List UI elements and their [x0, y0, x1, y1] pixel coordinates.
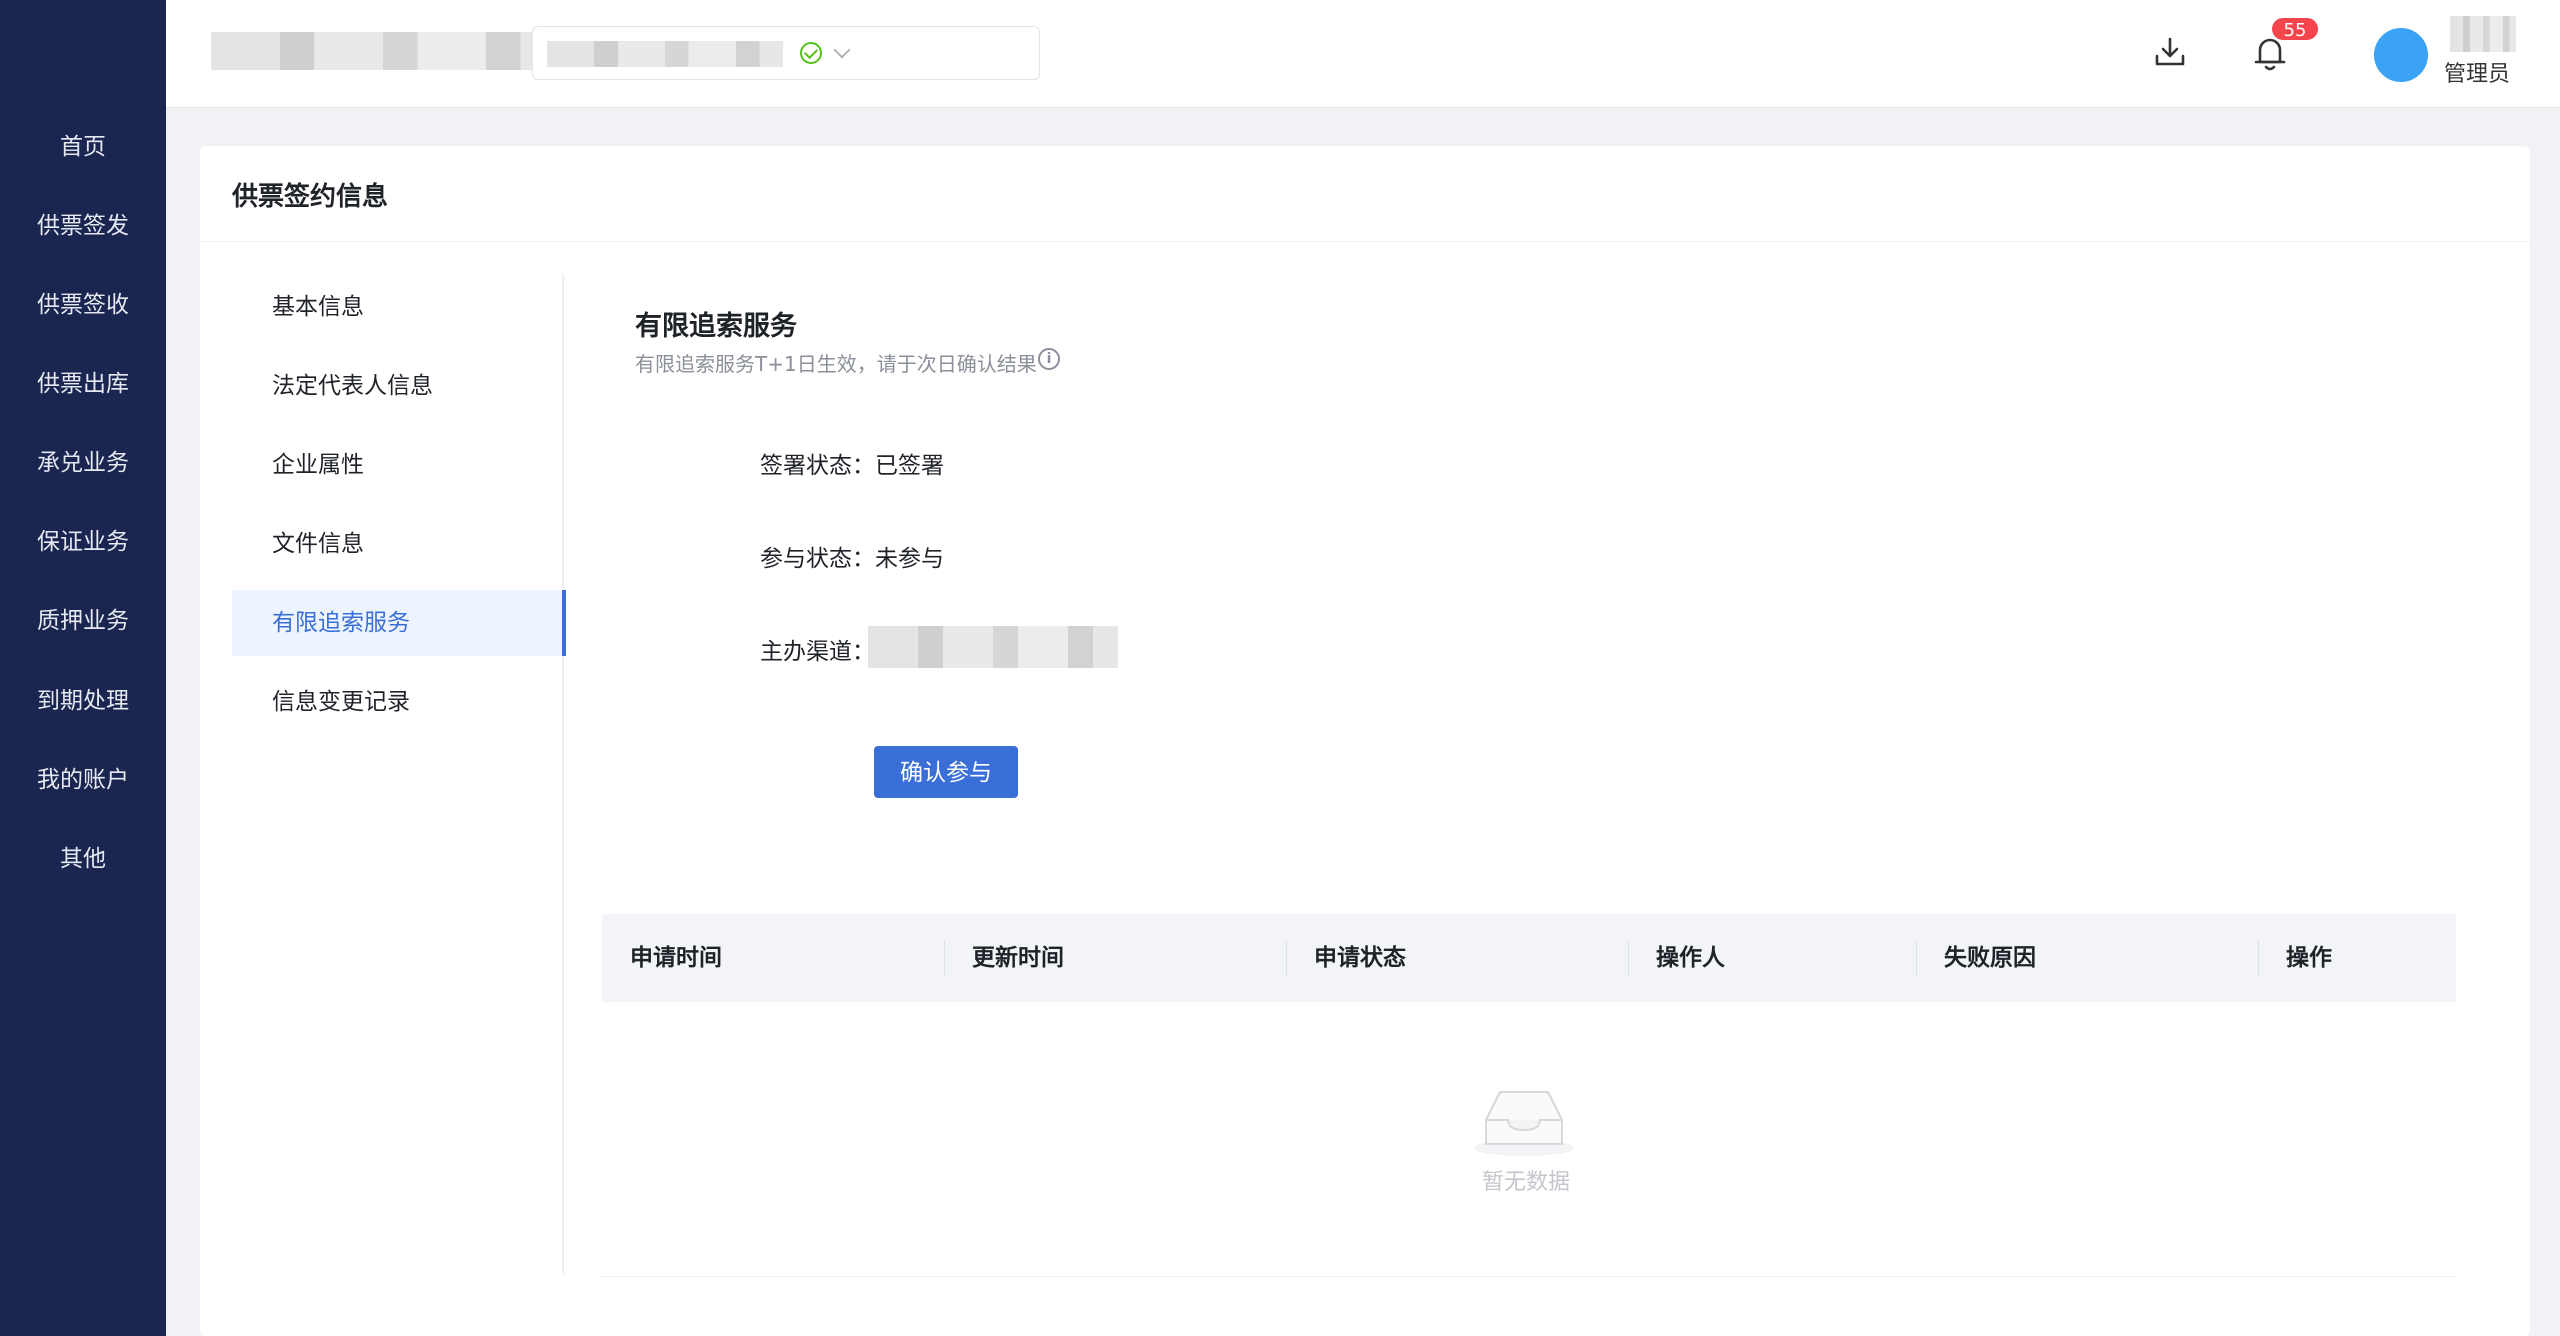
user-role: 管理员 — [2444, 62, 2511, 87]
participation-status-label: 参与状态： — [760, 546, 875, 572]
section-title: 有限追索服务 — [635, 311, 797, 342]
info-icon[interactable]: i — [1038, 348, 1060, 370]
tab-basic-info[interactable]: 基本信息 — [232, 274, 562, 340]
host-channel-value-blurred — [868, 626, 1118, 668]
empty-inbox-icon — [1474, 1091, 1574, 1156]
notification-badge: 55 — [2270, 16, 2320, 42]
table-bottom-border — [602, 1276, 2456, 1277]
sidebar-item-acceptance[interactable]: 承兑业务 — [0, 448, 166, 478]
sign-status-value: 已签署 — [875, 453, 944, 479]
sidebar: 首页 供票签发 供票签收 供票出库 承兑业务 保证业务 质押业务 到期处理 我的… — [0, 0, 166, 1336]
sidebar-item-pledge[interactable]: 质押业务 — [0, 606, 166, 636]
host-channel-field: 主办渠道： — [760, 632, 875, 666]
top-header: 55 管理员 — [166, 0, 2560, 108]
tab-list: 基本信息 法定代表人信息 企业属性 文件信息 有限追索服务 信息变更记录 — [232, 274, 566, 1274]
avatar[interactable] — [2374, 28, 2428, 82]
sidebar-item-other[interactable]: 其他 — [0, 844, 166, 874]
confirm-participate-button[interactable]: 确认参与 — [874, 746, 1018, 798]
col-separator — [1286, 940, 1287, 976]
sidebar-item-maturity[interactable]: 到期处理 — [0, 686, 166, 716]
col-operator: 操作人 — [1656, 945, 1725, 971]
organization-selector[interactable] — [532, 26, 1040, 80]
col-separator — [1916, 940, 1917, 976]
col-action: 操作 — [2286, 945, 2332, 971]
tab-file-info[interactable]: 文件信息 — [232, 511, 562, 577]
tab-limited-recourse[interactable]: 有限追索服务 — [232, 590, 566, 656]
page-title: 供票签约信息 — [232, 182, 389, 212]
username-blurred — [2450, 16, 2516, 52]
empty-state-text: 暂无数据 — [1482, 1170, 1571, 1195]
col-apply-time: 申请时间 — [630, 945, 722, 971]
col-separator — [944, 940, 945, 976]
organization-name-blurred — [547, 41, 783, 67]
sign-status-label: 签署状态： — [760, 453, 875, 479]
sidebar-item-outbound[interactable]: 供票出库 — [0, 369, 166, 399]
col-apply-status: 申请状态 — [1314, 945, 1406, 971]
participation-status-field: 参与状态：未参与 — [760, 539, 944, 573]
col-update-time: 更新时间 — [972, 945, 1064, 971]
sidebar-item-home[interactable]: 首页 — [0, 132, 166, 162]
col-separator — [1628, 940, 1629, 976]
sign-status-field: 签署状态：已签署 — [760, 446, 944, 480]
sidebar-item-guarantee[interactable]: 保证业务 — [0, 527, 166, 557]
col-separator — [2258, 940, 2259, 976]
tab-legal-rep-info[interactable]: 法定代表人信息 — [232, 353, 562, 419]
main-card: 供票签约信息 基本信息 法定代表人信息 企业属性 文件信息 有限追索服务 信息变… — [200, 146, 2530, 1336]
tab-change-records[interactable]: 信息变更记录 — [232, 669, 562, 735]
host-channel-label: 主办渠道： — [760, 639, 875, 665]
title-divider — [200, 241, 2530, 242]
table-header: 申请时间 更新时间 申请状态 操作人 失败原因 操作 — [602, 914, 2456, 1002]
sidebar-item-issue[interactable]: 供票签发 — [0, 211, 166, 241]
sidebar-item-receive[interactable]: 供票签收 — [0, 290, 166, 320]
participation-status-value: 未参与 — [875, 546, 944, 572]
col-fail-reason: 失败原因 — [1944, 945, 2036, 971]
sidebar-item-account[interactable]: 我的账户 — [0, 765, 166, 795]
company-name-blurred — [211, 32, 555, 70]
download-icon[interactable] — [2152, 34, 2188, 70]
check-circle-icon — [800, 42, 822, 64]
tab-enterprise-attributes[interactable]: 企业属性 — [232, 432, 562, 498]
section-subtitle: 有限追索服务T+1日生效，请于次日确认结果 — [635, 352, 1037, 376]
